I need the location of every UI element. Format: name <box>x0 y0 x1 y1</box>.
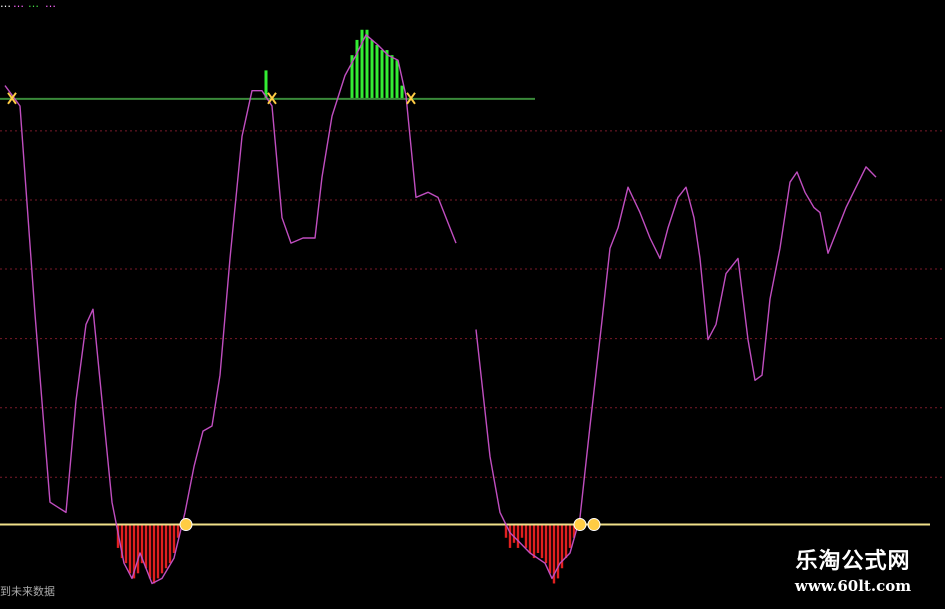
threshold-lines <box>0 97 930 526</box>
oscillator-line-segment <box>4 34 457 585</box>
indicator-name: … <box>0 0 11 10</box>
red-bar <box>124 524 128 564</box>
red-bar <box>508 524 512 548</box>
watermark-title: 乐淘公式网 <box>795 549 911 574</box>
red-bar <box>520 524 524 538</box>
green-bar <box>365 29 369 99</box>
red-bar <box>524 524 528 548</box>
buy-signal-dot <box>573 518 587 532</box>
green-bar <box>400 85 404 99</box>
future-data-note: 到未来数据 <box>0 585 55 598</box>
red-bar <box>536 524 540 553</box>
green-bar <box>390 55 394 99</box>
red-bar <box>172 524 176 553</box>
indicator-header: ………… <box>0 0 56 11</box>
oscillator-line-segment <box>600 166 877 381</box>
oscillator-series <box>4 34 877 585</box>
grid-lines <box>0 130 945 478</box>
signal-markers <box>7 92 601 532</box>
red-bar <box>128 524 132 574</box>
watermark-url: www.60lt.com <box>794 577 912 595</box>
oscillator-chart <box>0 29 945 585</box>
buy-signal-dot <box>179 518 193 532</box>
buy-signal-dot <box>587 518 601 532</box>
red-bar <box>512 524 516 543</box>
red-bar <box>156 524 160 579</box>
red-bar <box>516 524 520 548</box>
indicator-value-2: … <box>28 0 39 10</box>
buy-signal-icon <box>587 518 601 532</box>
green-bar <box>355 39 359 99</box>
red-bar <box>144 524 148 569</box>
red-bar <box>532 524 536 559</box>
buy-signal-icon <box>573 518 587 532</box>
red-bar <box>556 524 560 579</box>
red-bar <box>136 524 140 574</box>
green-bar <box>385 50 389 99</box>
red-bar <box>152 524 156 584</box>
green-bar <box>395 60 399 99</box>
indicator-value-1: … <box>13 0 24 10</box>
green-bar <box>370 39 374 99</box>
green-bar <box>375 45 379 99</box>
red-bar <box>564 524 568 559</box>
red-bar <box>544 524 548 564</box>
red-bar <box>540 524 544 559</box>
red-bar <box>548 524 552 574</box>
green-bar <box>380 50 384 99</box>
red-bar <box>148 524 152 579</box>
red-bar <box>568 524 572 548</box>
watermark: 乐淘公式网 www.60lt.com <box>768 548 938 606</box>
red-bar <box>164 524 168 569</box>
buy-signal-icon <box>179 518 193 532</box>
red-bar <box>160 524 164 574</box>
histogram-bars <box>116 29 576 584</box>
red-bar <box>168 524 172 564</box>
indicator-value-3: … <box>45 0 56 10</box>
red-bar <box>528 524 532 553</box>
